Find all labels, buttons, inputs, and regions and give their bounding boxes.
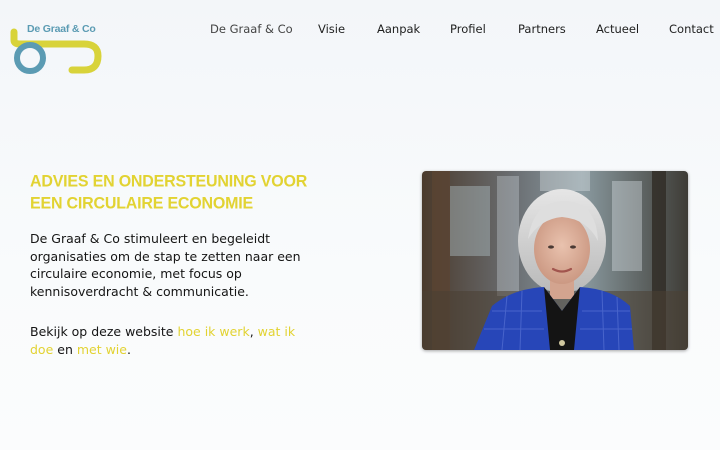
- cta-sep1: ,: [249, 324, 258, 339]
- cta-prefix: Bekijk op deze website: [30, 324, 178, 339]
- portrait-photo: [422, 171, 688, 350]
- cta-sep2: en: [53, 341, 77, 357]
- main-nav: De Graaf & Co Visie Aanpak Profiel Partn…: [0, 22, 720, 40]
- nav-item-actueel[interactable]: Actueel: [596, 22, 639, 36]
- nav-item-de-graaf-co[interactable]: De Graaf & Co: [210, 22, 293, 36]
- portrait-photo-icon: [422, 171, 688, 350]
- cta-suffix: .: [126, 341, 131, 357]
- nav-item-contact[interactable]: Contact: [669, 22, 714, 36]
- hero-headline: ADVIES EN ONDERSTEUNING VOOR EEN CIRCULA…: [30, 173, 308, 213]
- nav-item-profiel[interactable]: Profiel: [450, 22, 486, 36]
- nav-item-visie[interactable]: Visie: [318, 22, 345, 36]
- nav-item-aanpak[interactable]: Aanpak: [377, 22, 420, 36]
- link-met-wie[interactable]: met wie: [77, 342, 127, 357]
- hero-intro: De Graaf & Co stimuleert en begeleidt or…: [30, 231, 301, 299]
- hero-cta: Bekijk op deze website hoe ik werk, wat …: [30, 323, 310, 358]
- nav-item-partners[interactable]: Partners: [518, 22, 566, 36]
- link-hoe-ik-werk[interactable]: hoe ik werk: [177, 324, 249, 339]
